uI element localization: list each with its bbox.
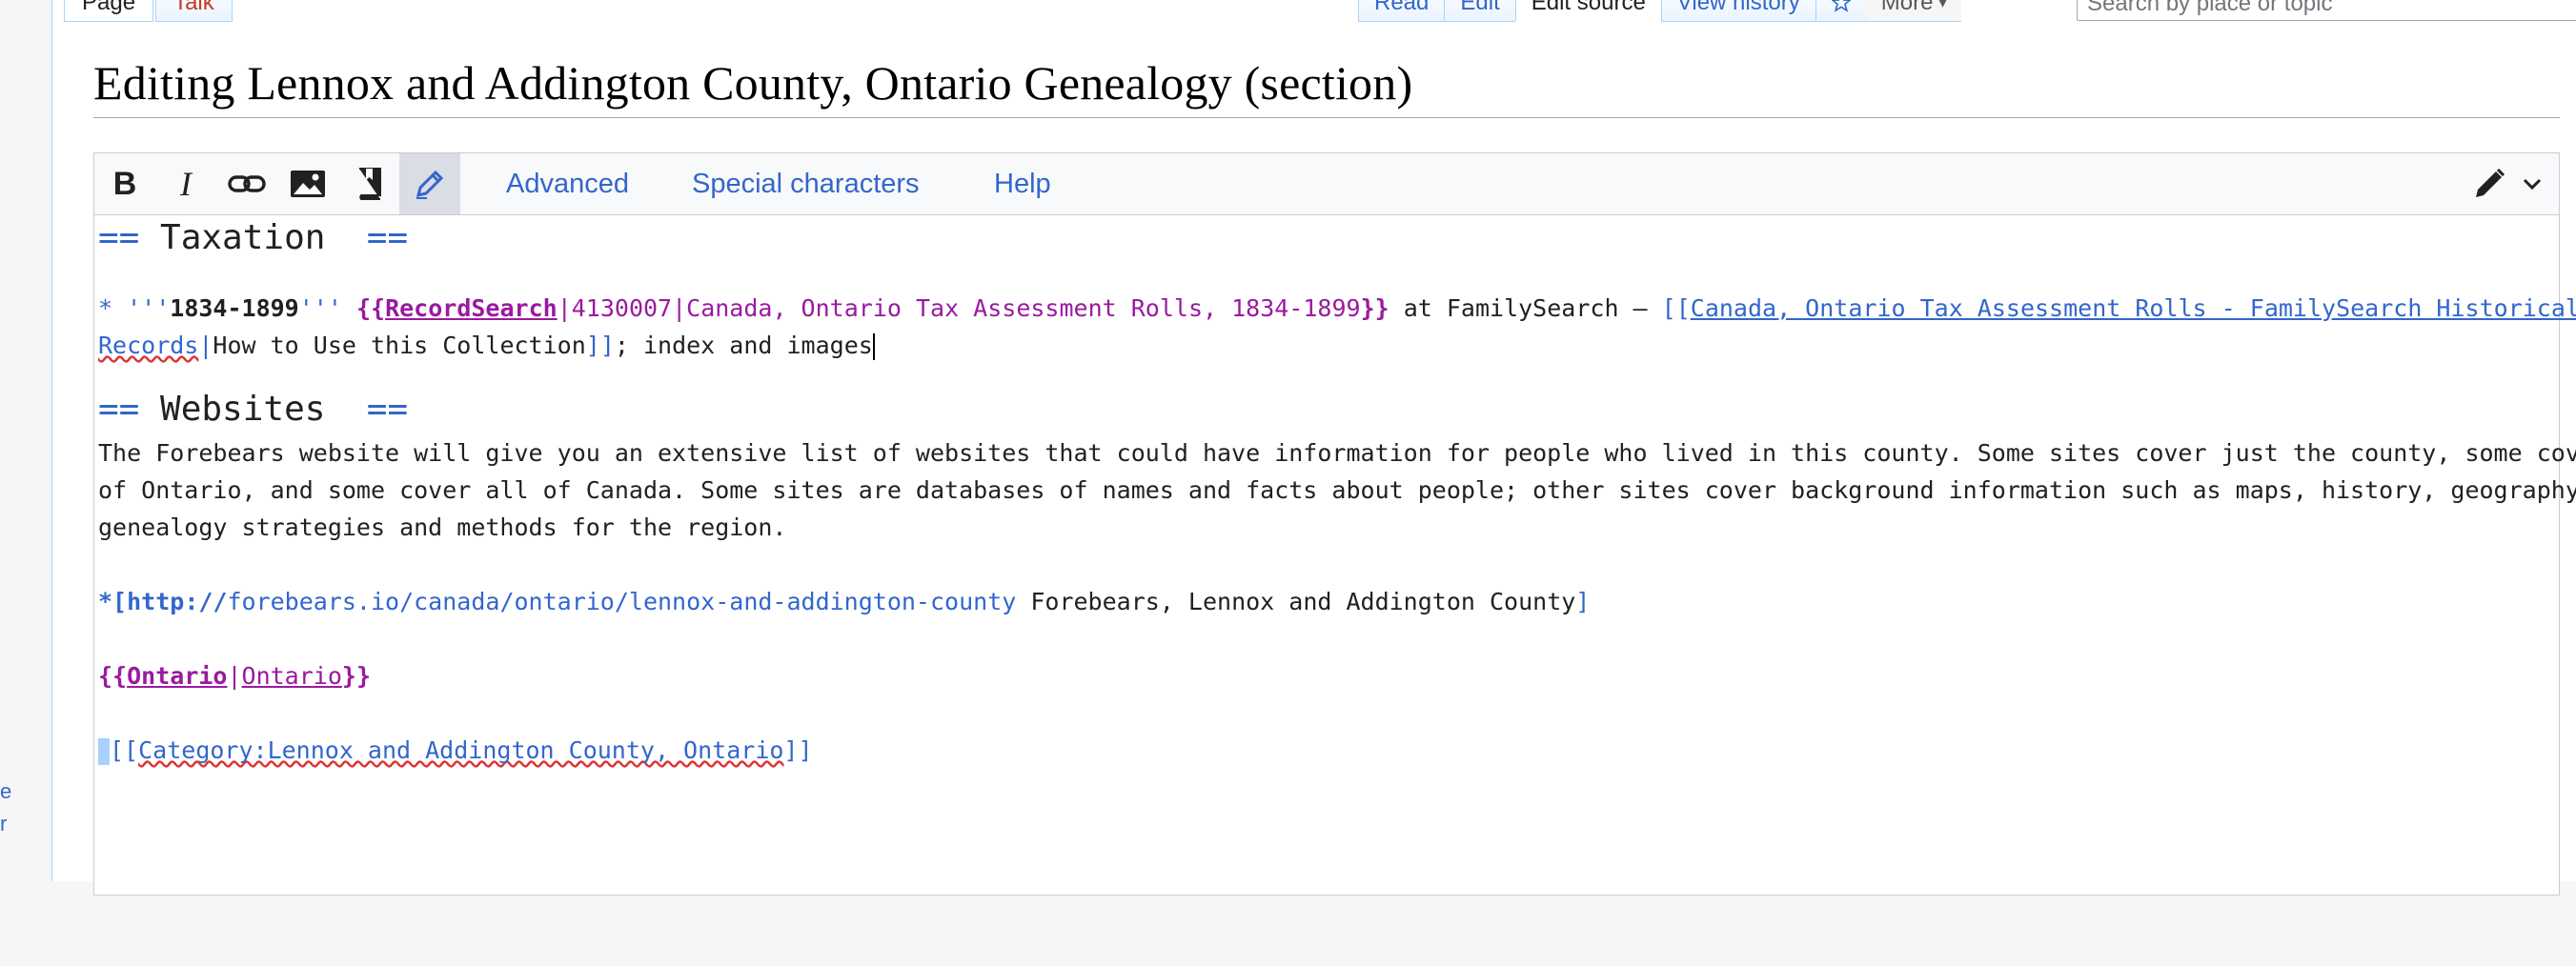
italic-button[interactable]: I xyxy=(155,153,216,214)
link-icon xyxy=(228,175,266,192)
help-tab[interactable]: Help xyxy=(994,153,1051,214)
editor-toolbar: B I Advanced Special characters Help xyxy=(94,153,2559,215)
external-link-protocol: http:// xyxy=(127,588,228,615)
bold-markup: ''' xyxy=(298,294,342,322)
link-markup: | xyxy=(198,332,213,359)
image-button[interactable] xyxy=(277,153,338,214)
tab-edit-source[interactable]: Edit source xyxy=(1514,0,1661,21)
bold-markup: ''' xyxy=(127,294,171,322)
paragraph-line: genealogy strategies and methods for the… xyxy=(98,513,787,541)
template-markup: }} xyxy=(1360,294,1389,322)
sidebar-text-fragment[interactable]: r xyxy=(0,812,7,836)
link-text: How to Use this Collection xyxy=(213,332,586,359)
template-markup: {{ xyxy=(355,294,386,322)
special-characters-tab[interactable]: Special characters xyxy=(692,153,920,214)
template-param: Ontario xyxy=(241,662,342,690)
heading-markup: == xyxy=(366,390,409,429)
search-input[interactable]: Search by place or topic xyxy=(2077,0,2576,21)
template-markup: }} xyxy=(341,662,371,690)
template-params: |4130007|Canada, Ontario Tax Assessment … xyxy=(557,294,1361,322)
more-label: More xyxy=(1880,0,1934,15)
template-markup: | xyxy=(227,662,242,690)
heading-markup: == xyxy=(98,390,140,429)
advanced-tab[interactable]: Advanced xyxy=(506,153,629,214)
tab-talk[interactable]: Talk xyxy=(155,0,233,22)
heading-websites: == Websites == xyxy=(98,390,408,429)
italic-icon: I xyxy=(180,165,192,203)
tab-edit[interactable]: Edit xyxy=(1444,0,1515,22)
image-icon xyxy=(291,171,325,197)
link-markup: [[ xyxy=(1661,294,1691,322)
left-sidebar: e r xyxy=(0,0,51,881)
bold-icon: B xyxy=(112,165,137,202)
template-name[interactable]: RecordSearch xyxy=(385,294,558,322)
syntax-highlight-button[interactable] xyxy=(399,153,460,214)
tab-read[interactable]: Read xyxy=(1358,0,1445,22)
external-link-url[interactable]: forebears.io/canada/ontario/lennox-and-a… xyxy=(227,588,1016,615)
edit-mode-pencil-icon xyxy=(2475,168,2505,197)
heading-taxation: == Taxation == xyxy=(98,218,408,257)
template-name[interactable]: Ontario xyxy=(127,662,227,690)
template-markup: {{ xyxy=(98,662,128,690)
link-target[interactable]: Canada, Ontario Tax Assessment Rolls - F… xyxy=(1691,294,2576,322)
wikitext-textarea[interactable]: == Taxation == * '''1834-1899''' {{Recor… xyxy=(94,214,2576,895)
link-markup: [[ xyxy=(110,736,139,764)
external-link-label: Forebears, Lennox and Addington County xyxy=(1016,588,1576,615)
plain-text: ; index and images xyxy=(614,332,873,359)
taxation-bullet-line1: * '''1834-1899''' {{RecordSearch|4130007… xyxy=(98,294,2576,322)
sidebar-text-fragment[interactable]: e xyxy=(0,779,11,804)
category-line: [[Category:Lennox and Addington County, … xyxy=(98,736,813,765)
wikitext-editor: B I Advanced Special characters Help == … xyxy=(93,152,2576,896)
years-text: 1834-1899 xyxy=(170,294,299,322)
tab-view-history[interactable]: View history xyxy=(1660,0,1815,22)
heading-text: Websites xyxy=(139,390,367,429)
ontario-template-line: {{Ontario|Ontario}} xyxy=(98,662,371,690)
external-link-markup: *[ xyxy=(98,588,128,615)
external-link-markup: ] xyxy=(1575,588,1591,615)
chevron-down-icon: ▾ xyxy=(1938,0,1947,11)
page-title: Editing Lennox and Addington County, Ont… xyxy=(93,56,1413,110)
heading-markup: == xyxy=(366,218,409,257)
editing-mode-switch[interactable] xyxy=(2464,153,2549,214)
pencil-highlight-icon xyxy=(416,170,444,199)
more-menu[interactable]: More ▾ xyxy=(1865,0,1962,22)
search-placeholder: Search by place or topic xyxy=(2087,0,2333,16)
paragraph-line: of Ontario, and some cover all of Canada… xyxy=(98,476,2576,504)
taxation-bullet-line2: Records|How to Use this Collection]]; in… xyxy=(98,332,875,360)
tab-page[interactable]: Page xyxy=(64,0,154,22)
list-markup: * xyxy=(98,294,128,322)
link-markup: ]] xyxy=(585,332,615,359)
main-content: Page Talk Read Edit Edit source View his… xyxy=(51,0,2576,896)
link-button[interactable] xyxy=(216,153,277,214)
plain-text: at FamilySearch – xyxy=(1389,294,1662,322)
heading-text: Taxation xyxy=(139,218,367,257)
book-icon xyxy=(359,168,381,200)
external-link-line: *[http://forebears.io/canada/ontario/len… xyxy=(98,588,1590,615)
view-tabs: Read Edit Edit source View history More … xyxy=(1358,0,1962,22)
chevron-down-icon xyxy=(2523,178,2541,191)
text-selection xyxy=(98,738,110,765)
bold-button[interactable]: B xyxy=(94,153,155,214)
watch-star-icon[interactable] xyxy=(1815,0,1866,22)
link-target[interactable]: Records xyxy=(98,332,198,359)
cite-button[interactable] xyxy=(338,153,399,214)
heading-markup: == xyxy=(98,218,140,257)
title-divider xyxy=(93,117,2560,118)
link-markup: ]] xyxy=(783,736,813,764)
category-link[interactable]: Category:Lennox and Addington County, On… xyxy=(138,736,783,764)
namespace-tabs: Page Talk xyxy=(64,0,234,22)
paragraph-line: The Forebears website will give you an e… xyxy=(98,439,2576,467)
text-cursor xyxy=(872,333,875,360)
